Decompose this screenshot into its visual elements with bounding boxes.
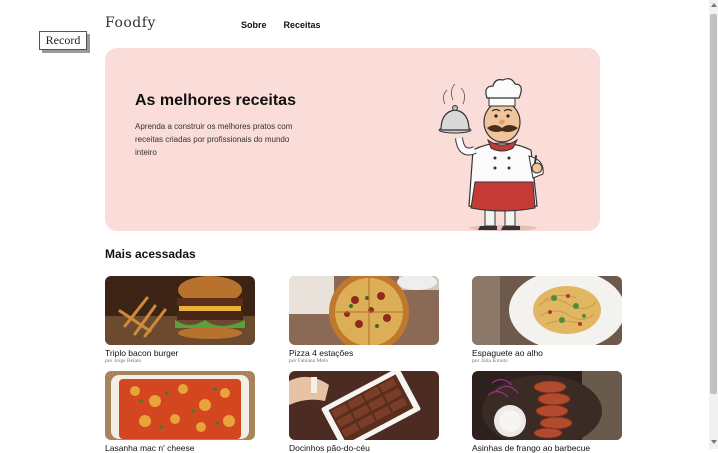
nav-link-receitas[interactable]: Receitas <box>284 20 321 30</box>
scroll-down-arrow-icon[interactable] <box>710 440 717 444</box>
recipe-name[interactable]: Pizza 4 estações <box>289 348 439 358</box>
recipe-image-lasagna[interactable] <box>105 371 255 440</box>
scrollbar-thumb[interactable] <box>710 14 717 394</box>
recipe-card[interactable]: Pizza 4 estações por Fabiana Melo <box>289 276 439 365</box>
logo[interactable]: Foodfy <box>105 15 156 31</box>
recipe-card[interactable]: Lasanha mac n' cheese <box>105 371 255 453</box>
recipe-card[interactable]: Docinhos pão-do-céu <box>289 371 439 453</box>
recipe-name[interactable]: Triplo bacon burger <box>105 348 255 358</box>
recipe-author: por Jorge Relato <box>105 358 142 364</box>
main-nav: Sobre Receitas <box>241 20 321 30</box>
recipe-image-docinhos[interactable] <box>289 371 439 440</box>
recipe-name[interactable]: Docinhos pão-do-céu <box>289 443 439 453</box>
recipe-card[interactable]: Espaguete ao alho por Júlia Kinoto <box>472 276 622 365</box>
nav-link-sobre[interactable]: Sobre <box>241 20 267 30</box>
recipe-image-spaghetti[interactable] <box>472 276 622 345</box>
recipe-author: por Júlia Kinoto <box>472 358 508 364</box>
recipe-author: por Fabiana Melo <box>289 358 329 364</box>
record-button[interactable]: Record <box>39 31 87 50</box>
recipe-name[interactable]: Asinhas de frango ao barbecue <box>472 443 622 453</box>
scroll-up-arrow-icon[interactable] <box>710 3 717 7</box>
page-scrollbar[interactable] <box>709 0 718 449</box>
hero-banner: As melhores receitas Aprenda a construir… <box>105 48 600 231</box>
recipe-card[interactable]: Triplo bacon burger por Jorge Relato <box>105 276 255 365</box>
section-title-most-accessed: Mais acessadas <box>105 247 196 261</box>
recipe-name[interactable]: Lasanha mac n' cheese <box>105 443 255 453</box>
recipe-name[interactable]: Espaguete ao alho <box>472 348 622 358</box>
recipe-image-chicken-wings[interactable] <box>472 371 622 440</box>
recipe-image-pizza[interactable] <box>289 276 439 345</box>
recipe-card[interactable]: Asinhas de frango ao barbecue <box>472 371 622 453</box>
recipe-image-burger[interactable] <box>105 276 255 345</box>
chef-illustration <box>438 78 544 231</box>
hero-description: Aprenda a construir os melhores pratos c… <box>135 122 293 157</box>
hero-title: As melhores receitas <box>135 92 296 109</box>
